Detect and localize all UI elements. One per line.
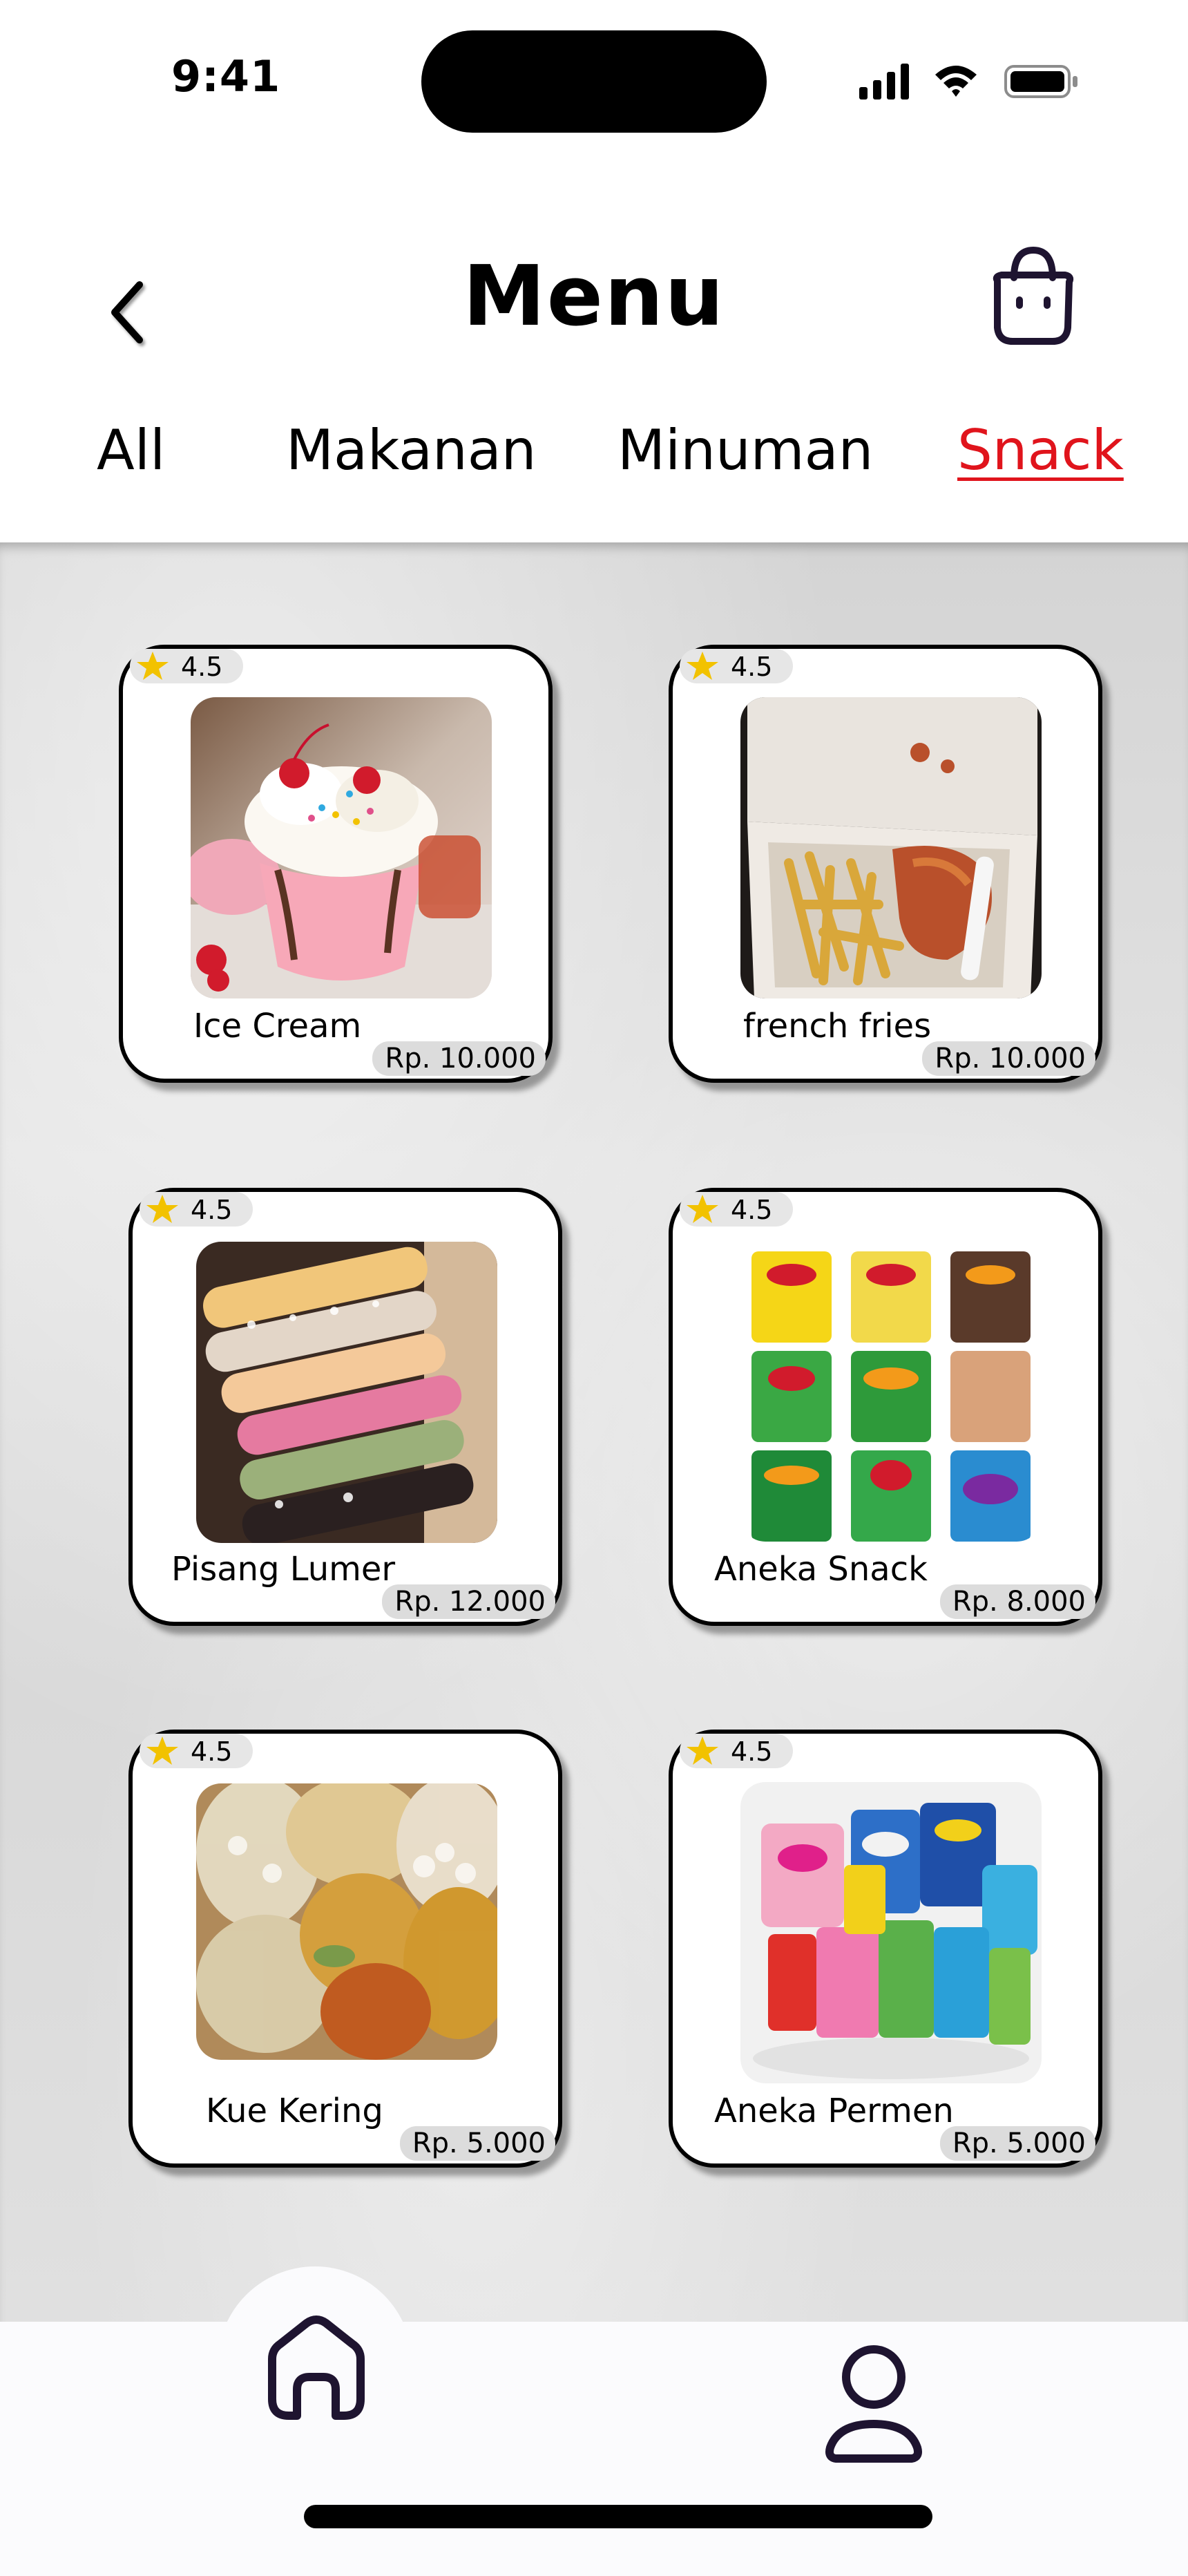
- category-tabs: All Makanan Minuman Snack: [0, 418, 1188, 501]
- product-name: Pisang Lumer: [171, 1550, 396, 1589]
- cart-button[interactable]: [981, 242, 1084, 352]
- price-badge: Rp. 8.000: [939, 1584, 1095, 1619]
- home-icon: [268, 2315, 365, 2420]
- tab-all[interactable]: All: [97, 418, 165, 482]
- dynamic-island: [421, 30, 767, 133]
- nav-home-button[interactable]: [218, 2266, 412, 2461]
- header: Menu: [0, 228, 1188, 366]
- rating-value: 4.5: [731, 652, 773, 682]
- rating-badge: 4.5: [680, 1192, 793, 1227]
- rating-value: 4.5: [731, 1195, 773, 1225]
- product-name: Ice Cream: [193, 1007, 362, 1045]
- shopping-bag-icon: [993, 247, 1074, 345]
- rating-badge: 4.5: [130, 649, 243, 683]
- price-badge: Rp. 12.000: [382, 1584, 555, 1619]
- star-icon: [137, 652, 169, 680]
- tab-snack[interactable]: Snack: [957, 418, 1124, 482]
- product-card-french-fries[interactable]: 4.5 french fries Rp. 10.000: [669, 645, 1102, 1083]
- star-icon: [687, 1736, 718, 1765]
- star-icon: [146, 1736, 178, 1765]
- product-name: Kue Kering: [206, 2092, 383, 2130]
- product-name: Aneka Snack: [714, 1550, 928, 1589]
- rating-badge: 4.5: [680, 649, 793, 683]
- product-name: french fries: [743, 1007, 932, 1045]
- star-icon: [687, 652, 718, 680]
- price-badge: Rp. 5.000: [399, 2126, 555, 2161]
- product-card-kue-kering[interactable]: 4.5 Kue Kering Rp. 5.000: [128, 1730, 562, 2168]
- product-card-aneka-snack[interactable]: 4.5 Aneka Snack Rp. 8.000: [669, 1188, 1102, 1626]
- product-card-ice-cream[interactable]: 4.5 Ice Cream Rp. 10.000: [119, 645, 553, 1083]
- star-icon: [146, 1195, 178, 1223]
- aneka-snack-photo: [740, 1240, 1042, 1542]
- product-name: Aneka Permen: [714, 2092, 954, 2130]
- rating-value: 4.5: [191, 1736, 233, 1767]
- battery-icon: [1004, 65, 1077, 98]
- pisang-lumer-photo: [196, 1242, 497, 1543]
- home-indicator: [304, 2505, 932, 2528]
- star-icon: [687, 1195, 718, 1223]
- price-badge: Rp. 5.000: [939, 2126, 1095, 2161]
- ice-cream-photo: [191, 697, 492, 998]
- product-grid: 4.5 Ice Cream Rp. 10.000 4.5 french frie…: [0, 542, 1188, 2322]
- nav-profile-button[interactable]: [815, 2336, 932, 2474]
- wifi-icon: [935, 66, 977, 97]
- bottom-nav: [0, 2266, 1188, 2576]
- rating-value: 4.5: [731, 1736, 773, 1767]
- aneka-permen-photo: [740, 1782, 1042, 2083]
- price-badge: Rp. 10.000: [372, 1041, 546, 1076]
- rating-value: 4.5: [181, 652, 223, 682]
- status-icons: [859, 64, 1077, 100]
- rating-badge: 4.5: [140, 1192, 253, 1227]
- tab-makanan[interactable]: Makanan: [286, 418, 536, 482]
- product-card-aneka-permen[interactable]: 4.5 Aneka Permen Rp. 5.000: [669, 1730, 1102, 2168]
- french-fries-photo: [740, 697, 1042, 998]
- status-bar: 9:41: [0, 0, 1188, 159]
- signal-icon: [859, 64, 909, 100]
- profile-icon: [825, 2345, 922, 2463]
- rating-badge: 4.5: [680, 1734, 793, 1768]
- rating-badge: 4.5: [140, 1734, 253, 1768]
- rating-value: 4.5: [191, 1195, 233, 1225]
- kue-kering-photo: [196, 1783, 497, 2060]
- tab-minuman[interactable]: Minuman: [617, 418, 873, 482]
- status-time: 9:41: [171, 51, 281, 102]
- price-badge: Rp. 10.000: [922, 1041, 1095, 1076]
- product-card-pisang-lumer[interactable]: 4.5 Pisang Lumer Rp. 12.000: [128, 1188, 562, 1626]
